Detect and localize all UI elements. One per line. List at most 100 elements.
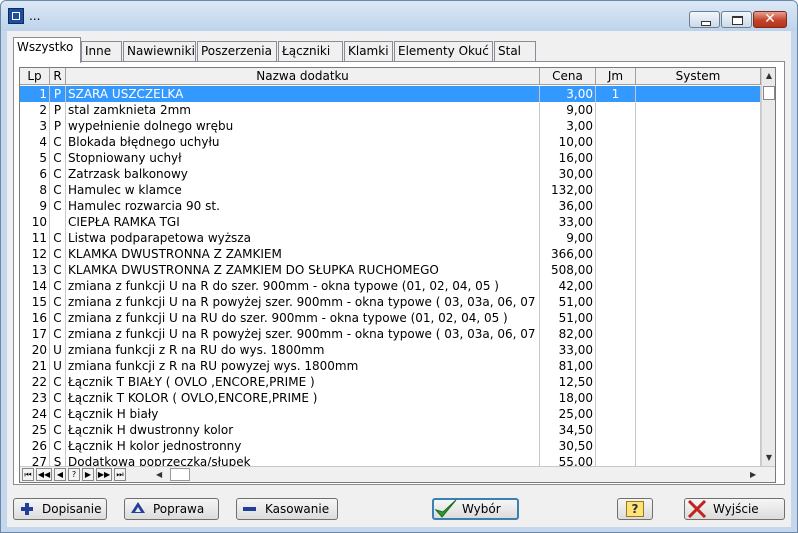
edit-button[interactable]: Poprawa: [124, 498, 219, 520]
cell-system: [636, 102, 761, 118]
cell-jm: [596, 358, 636, 374]
cell-jm: [596, 294, 636, 310]
table-row[interactable]: 5 C Stopniowany uchył 16,00: [20, 150, 761, 166]
maximize-button[interactable]: [721, 11, 752, 28]
scroll-left-icon[interactable]: ◀: [156, 468, 162, 482]
horizontal-scrollbar[interactable]: ◀ ▶: [156, 468, 760, 482]
select-button[interactable]: Wybór: [432, 498, 519, 520]
cell-cena: 132,00: [540, 182, 596, 198]
nav-last-button[interactable]: ⏭: [114, 468, 126, 481]
title-bar[interactable]: ... ✕: [1, 1, 797, 31]
cell-r: C: [50, 310, 66, 326]
table-row[interactable]: 24 C Łącznik H biały 25,00: [20, 406, 761, 422]
cell-system: [636, 230, 761, 246]
cell-name: Stopniowany uchył: [66, 150, 540, 166]
table-row[interactable]: 1 P SZARA USZCZELKA 3,00 1: [20, 86, 761, 102]
table-row[interactable]: 16 Czmiana z funkcji U na RU do szer. 900…: [20, 310, 761, 326]
cell-name: Blokada błędnego uchyłu: [66, 134, 540, 150]
cell-name: Zatrzask balkonowy: [66, 166, 540, 182]
cell-lp: 3: [20, 118, 50, 134]
table-row[interactable]: 4 C Blokada błędnego uchyłu 10,00: [20, 134, 761, 150]
nav-first-button[interactable]: ⏮: [22, 468, 34, 481]
table-row[interactable]: 15 Czmiana z funkcji U na R powyżej szer.…: [20, 294, 761, 310]
cell-r: C: [50, 198, 66, 214]
cell-r: P: [50, 118, 66, 134]
column-header-name[interactable]: Nazwa dodatku: [66, 68, 540, 85]
table-row[interactable]: 10 CIEPŁA RAMKA TGI 33,00: [20, 214, 761, 230]
tab-stal[interactable]: Stal: [494, 41, 536, 61]
cell-jm: [596, 342, 636, 358]
exit-button[interactable]: Wyjście: [684, 498, 785, 520]
app-icon[interactable]: [8, 8, 24, 24]
cell-lp: 11: [20, 230, 50, 246]
add-button[interactable]: Dopisanie: [13, 498, 107, 520]
tab-elementy-okuc[interactable]: Elementy Okuć: [394, 41, 493, 61]
table-row[interactable]: 3 Pwypełnienie dolnego wrębu 3,00: [20, 118, 761, 134]
table-row[interactable]: 9 C Hamulec rozwarcia 90 st. 36,00: [20, 198, 761, 214]
table-row[interactable]: 14 Czmiana z funkcji U na R do szer. 900m…: [20, 278, 761, 294]
table-row[interactable]: 23 C Łącznik T KOLOR ( OVLO,ENCORE,PRIME )…: [20, 390, 761, 406]
scroll-down-icon[interactable]: ▼: [762, 450, 775, 466]
nav-next-button[interactable]: ▶: [82, 468, 94, 481]
cell-jm: [596, 230, 636, 246]
nav-next-page-button[interactable]: ▶▶: [96, 468, 112, 481]
table-row[interactable]: 12 C KLAMKA DWUSTRONNA Z ZAMKIEM 366,00: [20, 246, 761, 262]
column-header-cena[interactable]: Cena: [540, 68, 596, 85]
cell-jm: [596, 134, 636, 150]
nav-help-button[interactable]: ?: [68, 468, 80, 481]
cell-name: Łącznik T KOLOR ( OVLO,ENCORE,PRIME ): [66, 390, 540, 406]
cell-cena: 9,00: [540, 102, 596, 118]
table-row[interactable]: 22 C Łącznik T BIAŁY ( OVLO ,ENCORE,PRIME …: [20, 374, 761, 390]
column-header-r[interactable]: R: [50, 68, 66, 85]
cell-system: [636, 214, 761, 230]
checkmark-icon: [434, 499, 457, 518]
tab-poszerzenia[interactable]: Poszerzenia: [197, 41, 277, 61]
table-row[interactable]: 26 C Łącznik H kolor jednostronny 30,50: [20, 438, 761, 454]
help-button[interactable]: ?: [617, 498, 653, 520]
edit-triangle-icon: [131, 502, 145, 513]
table-row[interactable]: 13 C KLAMKA DWUSTRONNA Z ZAMKIEM DO SŁUPKA…: [20, 262, 761, 278]
table-row[interactable]: 25 C Łącznik H dwustronny kolor 34,50: [20, 422, 761, 438]
cell-jm: [596, 102, 636, 118]
column-header-system[interactable]: System: [636, 68, 761, 85]
vertical-scroll-thumb[interactable]: [763, 86, 775, 100]
table-row[interactable]: 2 Pstal zamknieta 2mm 9,00: [20, 102, 761, 118]
nav-prev-page-button[interactable]: ◀◀: [36, 468, 52, 481]
cell-system: [636, 262, 761, 278]
cell-jm: [596, 278, 636, 294]
tab-wszystko[interactable]: Wszystko: [13, 37, 81, 63]
cell-lp: 23: [20, 390, 50, 406]
tab-nawiewniki[interactable]: Nawiewniki: [123, 41, 196, 61]
tab-klamki[interactable]: Klamki: [344, 41, 393, 61]
scroll-up-icon[interactable]: ▲: [762, 68, 775, 84]
delete-button[interactable]: Kasowanie: [236, 498, 338, 520]
table-row[interactable]: 8 C Hamulec w klamce 132,00: [20, 182, 761, 198]
column-header-jm[interactable]: Jm: [596, 68, 636, 85]
cell-cena: 82,00: [540, 326, 596, 342]
cell-name: zmiana z funkcji U na R powyżej szer. 90…: [68, 326, 540, 342]
cell-jm: [596, 438, 636, 454]
column-header-lp[interactable]: Lp: [20, 68, 50, 85]
tab-inne[interactable]: Inne: [81, 41, 122, 61]
minimize-button[interactable]: [689, 11, 720, 28]
table-row[interactable]: 11 C Listwa podparapetowa wyższa 9,00: [20, 230, 761, 246]
tab-laczniki[interactable]: Łączniki: [278, 41, 343, 61]
horizontal-scroll-thumb[interactable]: [170, 468, 190, 481]
nav-prev-button[interactable]: ◀: [54, 468, 66, 481]
window-title: ...: [29, 9, 41, 23]
additions-grid[interactable]: Lp R Nazwa dodatku Cena Jm System 1 P SZAR…: [19, 67, 776, 483]
cell-lp: 5: [20, 150, 50, 166]
cell-cena: 30,50: [540, 438, 596, 454]
cell-cena: 366,00: [540, 246, 596, 262]
close-button[interactable]: ✕: [753, 11, 787, 28]
scroll-right-icon[interactable]: ▶: [750, 468, 756, 482]
table-row[interactable]: 6 C Zatrzask balkonowy 30,00: [20, 166, 761, 182]
table-row[interactable]: 17 Czmiana z funkcji U na R powyżej szer.…: [20, 326, 761, 342]
cell-cena: 25,00: [540, 406, 596, 422]
cell-cena: 42,00: [540, 278, 596, 294]
main-window: ... ✕ Wszystko Inne Nawiewniki Poszerzen…: [0, 0, 798, 533]
cell-lp: 2: [20, 102, 50, 118]
table-row[interactable]: 21 Uzmiana funkcji z R na RU powyzej wys.…: [20, 358, 761, 374]
table-row[interactable]: 20 Uzmiana funkcji z R na RU do wys. 1800…: [20, 342, 761, 358]
vertical-scrollbar[interactable]: ▲ ▼: [761, 68, 775, 466]
